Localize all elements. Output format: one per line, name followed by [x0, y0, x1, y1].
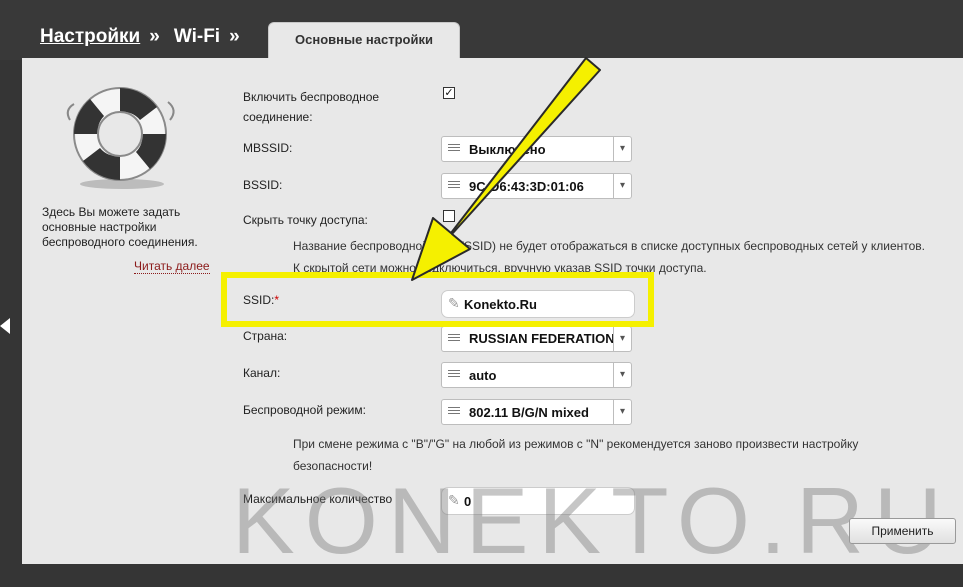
breadcrumb-separator: » — [149, 26, 160, 47]
wireless-mode-label: Беспроводной режим: — [243, 403, 366, 417]
hide-ap-checkbox[interactable] — [443, 210, 455, 222]
breadcrumb-settings[interactable]: Настройки — [40, 26, 140, 48]
ssid-highlight-box — [221, 272, 654, 327]
channel-value: auto — [469, 368, 497, 383]
hide-ap-note: Название беспроводной сети (SSID) не буд… — [293, 239, 925, 253]
enable-wireless-label: Включить беспроводное соединение: — [243, 90, 380, 124]
apply-button[interactable]: Применить — [849, 518, 956, 544]
country-select[interactable]: RUSSIAN FEDERATION ▾ — [441, 326, 632, 352]
chevron-down-icon: ▾ — [613, 363, 631, 387]
bssid-value: 9C:D6:43:3D:01:06 — [469, 179, 584, 194]
help-text: Здесь Вы можете задать основные настройк… — [42, 205, 198, 249]
mbssid-value: Выключено — [469, 142, 546, 157]
channel-label: Канал: — [243, 366, 281, 380]
bssid-select[interactable]: 9C:D6:43:3D:01:06 ▾ — [441, 173, 632, 199]
collapse-sidebar-arrow-icon[interactable] — [0, 318, 10, 334]
channel-select[interactable]: auto ▾ — [441, 362, 632, 388]
list-icon — [448, 407, 460, 418]
list-icon — [448, 370, 460, 381]
read-more-link[interactable]: Читать далее — [134, 259, 210, 274]
hide-ap-label: Скрыть точку доступа: — [243, 213, 368, 227]
chevron-down-icon: ▾ — [613, 137, 631, 161]
breadcrumb-wifi[interactable]: Wi-Fi — [174, 26, 220, 48]
breadcrumb: Настройки » Wi-Fi » — [40, 26, 254, 48]
chevron-down-icon: ▾ — [613, 174, 631, 198]
list-icon — [448, 144, 460, 155]
country-label: Страна: — [243, 329, 288, 343]
mode-note: При смене режима с "B"/"G" на любой из р… — [293, 437, 859, 451]
mbssid-select[interactable]: Выключено ▾ — [441, 136, 632, 162]
tab-basic-settings[interactable]: Основные настройки — [268, 22, 460, 59]
country-value: RUSSIAN FEDERATION — [469, 331, 615, 346]
wireless-mode-value: 802.11 B/G/N mixed — [469, 405, 589, 420]
watermark: KONEKTO.RU — [232, 468, 952, 573]
chevron-down-icon: ▾ — [613, 327, 631, 351]
mbssid-label: MBSSID: — [243, 141, 293, 155]
header-bar: Настройки » Wi-Fi » — [0, 0, 963, 60]
chevron-down-icon: ▾ — [613, 400, 631, 424]
list-icon — [448, 334, 460, 345]
lifebuoy-icon — [66, 87, 175, 189]
breadcrumb-separator: » — [229, 26, 240, 47]
enable-wireless-checkbox[interactable]: ✓ — [443, 87, 455, 99]
list-icon — [448, 181, 460, 192]
wireless-mode-select[interactable]: 802.11 B/G/N mixed ▾ — [441, 399, 632, 425]
bssid-label: BSSID: — [243, 178, 283, 192]
